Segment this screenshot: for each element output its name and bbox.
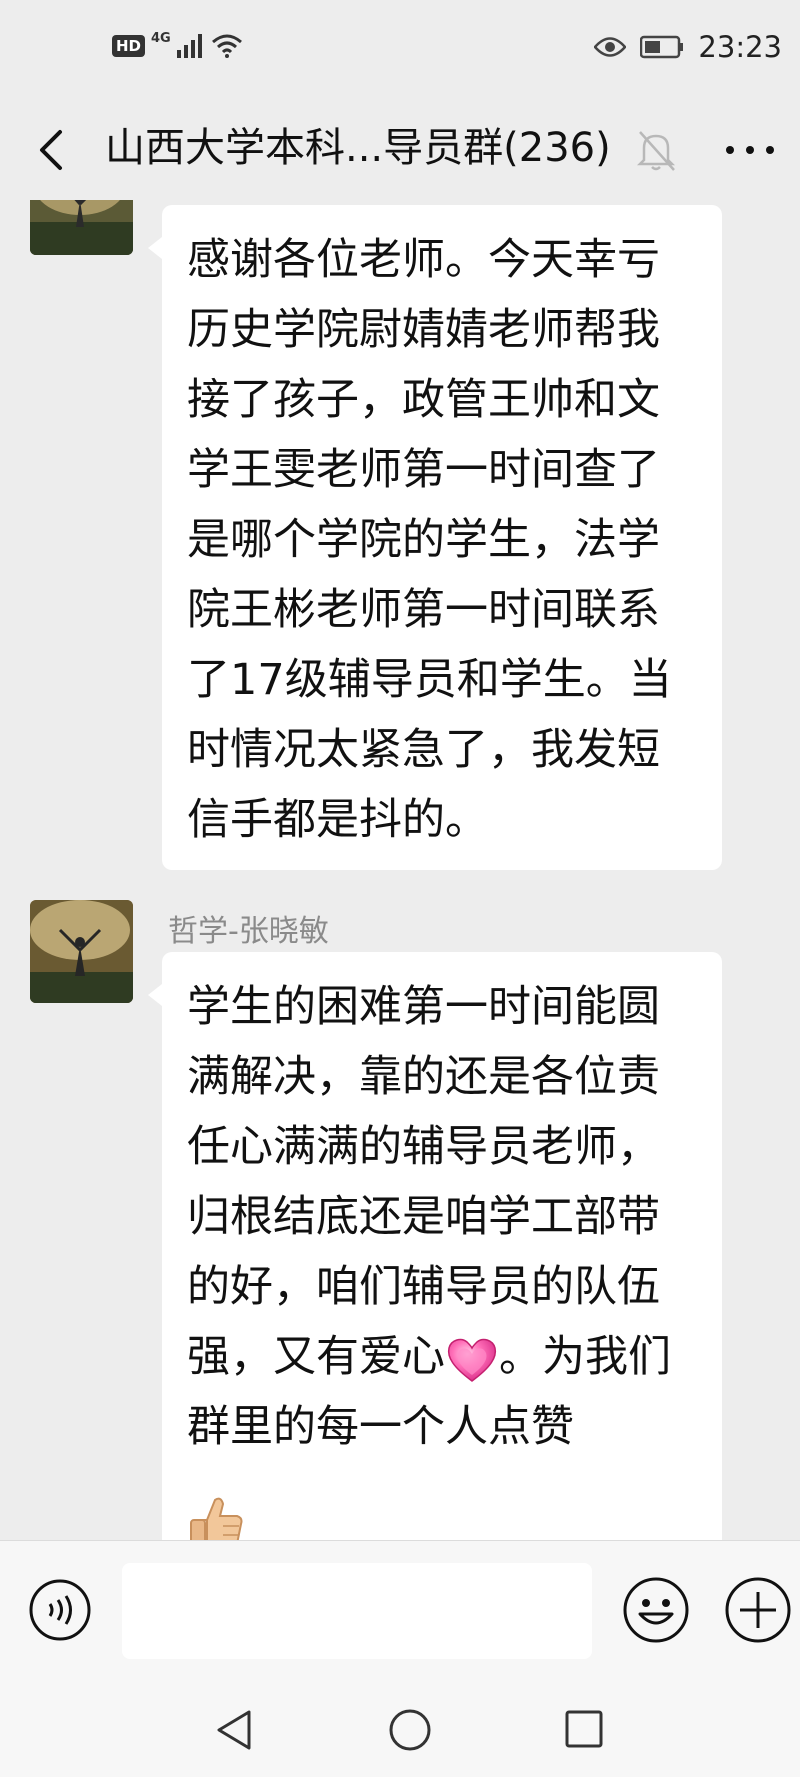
message-input[interactable] xyxy=(122,1563,592,1659)
nav-recent-icon[interactable] xyxy=(564,1708,604,1750)
input-bar xyxy=(0,1540,800,1679)
avatar[interactable] xyxy=(30,200,133,255)
status-time: 23:23 xyxy=(698,30,782,64)
message-bubble[interactable]: 感谢各位老师。今天幸亏历史学院尉婧婧老师帮我接了孩子，政管王帅和文学王雯老师第一… xyxy=(148,205,722,870)
avatar[interactable] xyxy=(30,900,133,1003)
signal-icon xyxy=(176,34,202,58)
network-type: 4G xyxy=(151,30,171,46)
nav-back-icon[interactable] xyxy=(213,1708,255,1752)
emoji-face-icon[interactable] xyxy=(622,1576,690,1644)
battery-icon xyxy=(640,35,684,59)
chat-header: 山西大学本科...导员群(236) xyxy=(0,100,800,200)
heart-emoji-icon xyxy=(447,1338,497,1382)
nav-home-icon[interactable] xyxy=(388,1708,432,1752)
status-right: 23:23 xyxy=(594,30,782,64)
status-bar: HD 4G 23:23 xyxy=(0,0,800,100)
thumbs-up-emoji-icon xyxy=(190,1497,243,1540)
message-text: 学生的困难第一时间能圆满解决，靠的还是各位责任心满满的辅导员老师，归根结底还是咱… xyxy=(187,972,702,1462)
sender-name: 哲学-张晓敏 xyxy=(168,914,329,949)
wifi-icon xyxy=(211,34,242,58)
more-dots-icon[interactable] xyxy=(720,128,780,172)
plus-icon[interactable] xyxy=(724,1576,792,1644)
back-arrow-icon[interactable] xyxy=(28,122,78,178)
system-nav-bar xyxy=(0,1678,800,1777)
message-bubble[interactable]: 学生的困难第一时间能圆满解决，靠的还是各位责任心满满的辅导员老师，归根结底还是咱… xyxy=(148,952,722,1540)
voice-icon[interactable] xyxy=(28,1578,92,1642)
hd-badge: HD xyxy=(112,35,146,57)
message-text-part: 学生的困难第一时间能圆满解决，靠的还是各位责任心满满的辅导员老师，归根结底还是咱… xyxy=(187,982,660,1382)
message-text: 感谢各位老师。今天幸亏历史学院尉婧婧老师帮我接了孩子，政管王帅和文学王雯老师第一… xyxy=(187,235,672,845)
page-title: 山西大学本科...导员群(236) xyxy=(105,125,611,171)
avatar-image xyxy=(30,900,133,1003)
eye-icon xyxy=(594,37,627,57)
chat-area[interactable]: 感谢各位老师。今天幸亏历史学院尉婧婧老师帮我接了孩子，政管王帅和文学王雯老师第一… xyxy=(0,200,800,1540)
status-left: HD 4G xyxy=(112,30,243,58)
avatar-image xyxy=(30,200,133,255)
mute-bell-icon xyxy=(636,131,676,171)
